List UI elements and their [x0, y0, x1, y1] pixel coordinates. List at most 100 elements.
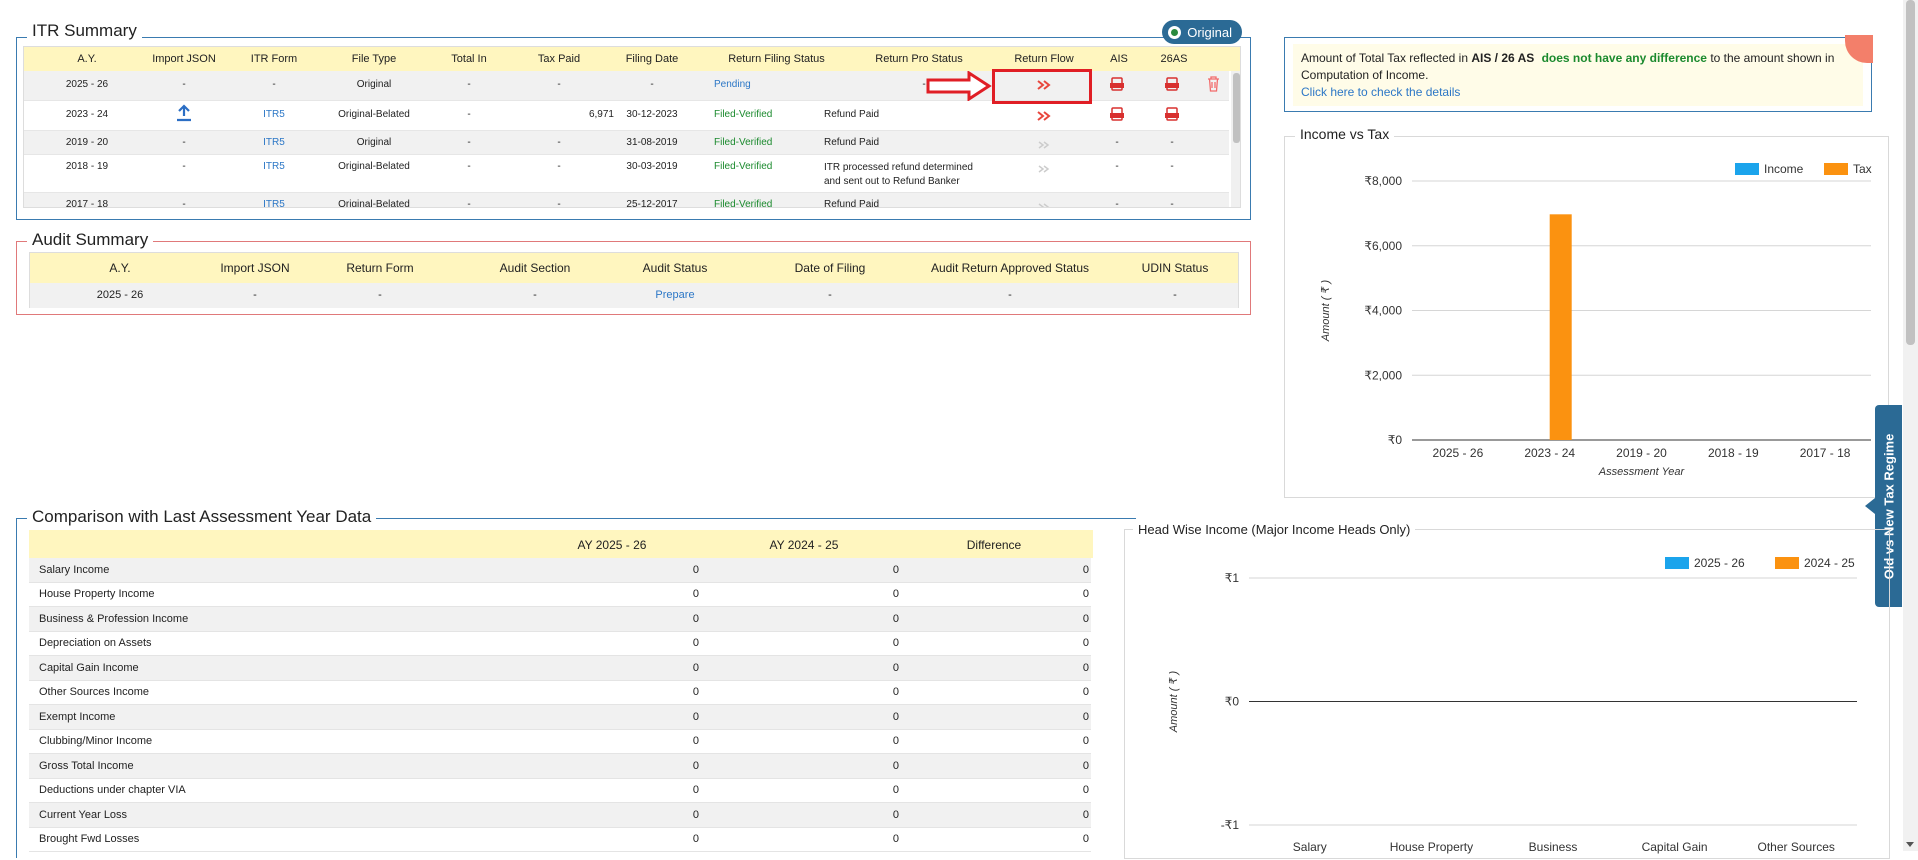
- col-total-in: Total In: [451, 53, 487, 65]
- return-flow-icon[interactable]: [1036, 109, 1052, 128]
- legend-swatch: [1735, 163, 1759, 175]
- page-scrollbar[interactable]: [1903, 0, 1918, 851]
- row-pro-status: Refund Paid: [824, 137, 880, 148]
- row-file-type: Original-Belated: [338, 199, 410, 208]
- comparison-section: Comparison with Last Assessment Year Dat…: [16, 507, 1136, 858]
- col-ay: A.Y.: [77, 53, 97, 65]
- 26as-pdf-icon[interactable]: [1165, 107, 1179, 127]
- row-file-type: Original-Belated: [338, 109, 410, 120]
- income-tax-chart-card: Income vs Tax ₹0 ₹2,000 ₹4,000 ₹6,000 ₹8,000…: [1284, 126, 1889, 498]
- ais-pdf-icon[interactable]: [1110, 77, 1124, 97]
- ais-pdf-icon[interactable]: [1110, 107, 1124, 127]
- row-previous: 0: [892, 833, 899, 846]
- scroll-down-arrow-icon[interactable]: [1906, 842, 1914, 847]
- row-label: Current Year Loss: [39, 808, 128, 821]
- y-tick-label: ₹2,000: [1364, 368, 1402, 382]
- row-status-link[interactable]: Pending: [714, 79, 794, 90]
- y-tick-label: -₹1: [1221, 818, 1240, 832]
- row-current: 0: [692, 563, 699, 576]
- row-current: 0: [692, 759, 699, 772]
- toggle-icon: [1168, 25, 1182, 39]
- row-current: 0: [692, 784, 699, 797]
- table-row: 2023 - 24 ITR5 Original-Belated - 6,971 …: [24, 101, 1229, 131]
- table-row: 2017 - 18 - ITR5 Original-Belated - - 25…: [24, 193, 1229, 208]
- row-difference: 0: [1082, 710, 1089, 723]
- row-tax-paid: -: [557, 161, 561, 172]
- itr-summary-title: ITR Summary: [27, 21, 142, 41]
- row-label: Business & Profession Income: [39, 612, 189, 625]
- return-flow-icon[interactable]: [1038, 199, 1050, 207]
- table-row: House Property Income 0 0 0: [29, 583, 1091, 607]
- delete-icon[interactable]: [1207, 76, 1220, 97]
- row-26as: -: [1170, 199, 1174, 208]
- check-details-link[interactable]: Click here to check the details: [1301, 84, 1855, 101]
- table-row: Capital Gain Income 0 0 0: [29, 656, 1091, 681]
- legend-swatch: [1775, 557, 1799, 569]
- side-tab-pointer: [1865, 498, 1875, 514]
- legend-swatch: [1665, 557, 1689, 569]
- row-label: Other Sources Income: [39, 686, 150, 699]
- col-file-type: File Type: [351, 53, 397, 65]
- col-filing-date: Filing Date: [625, 53, 679, 65]
- return-flow-icon[interactable]: [1038, 137, 1050, 155]
- row-ay: 2018 - 19: [65, 161, 109, 172]
- legend-label: 2024 - 25: [1804, 556, 1855, 570]
- row-pro-status: ITR processed refund determined and sent…: [824, 162, 973, 187]
- table-row: Exempt Income 0 0 0: [29, 705, 1091, 730]
- x-tick-label: Business: [1529, 840, 1578, 854]
- table-row: 2025 - 26 - - - Prepare - - -: [30, 283, 1238, 308]
- row-previous: 0: [892, 637, 899, 650]
- legend-label: Tax: [1853, 162, 1872, 176]
- row-ay: 2025 - 26: [65, 79, 109, 90]
- audit-summary-section: Audit Summary A.Y. Import JSON Return Fo…: [16, 230, 1251, 315]
- table-row: Other Sources Income 0 0 0: [29, 681, 1091, 705]
- row-difference: 0: [1082, 612, 1089, 625]
- row-tax-paid: -: [557, 199, 561, 208]
- col-itr-form: ITR Form: [250, 53, 298, 65]
- row-ay: 2017 - 18: [65, 199, 109, 208]
- row-label: Exempt Income: [39, 710, 116, 723]
- row-total-in: -: [467, 79, 471, 90]
- highlight-box: [992, 69, 1092, 104]
- y-tick-label: ₹6,000: [1364, 239, 1402, 253]
- col-ay: A.Y.: [109, 261, 131, 275]
- row-previous: 0: [892, 563, 899, 576]
- table-row: Clubbing/Minor Income 0 0 0: [29, 730, 1091, 754]
- col-audit-section: Audit Section: [499, 261, 571, 275]
- 26as-pdf-icon[interactable]: [1165, 77, 1179, 97]
- row-tax-paid: -: [557, 79, 561, 90]
- row-form-link[interactable]: ITR5: [239, 161, 309, 172]
- itr-table-scrollbar[interactable]: [1231, 71, 1240, 207]
- row-26as: -: [1170, 161, 1174, 172]
- x-axis-label: Assessment Year: [1598, 466, 1686, 478]
- legend-label: Income: [1764, 162, 1804, 176]
- row-previous: 0: [892, 735, 899, 748]
- original-badge[interactable]: Original: [1162, 20, 1242, 44]
- row-file-type: Original: [356, 79, 392, 90]
- table-row: Gross Total Income 0 0 0: [29, 754, 1091, 779]
- audit-prepare-link[interactable]: Prepare: [615, 289, 735, 301]
- bar-tax: [1549, 214, 1572, 440]
- row-current: 0: [692, 661, 699, 674]
- row-difference: 0: [1082, 563, 1089, 576]
- return-flow-icon[interactable]: [1038, 161, 1050, 179]
- col-ais: AIS: [1110, 53, 1128, 65]
- row-previous: 0: [892, 808, 899, 821]
- upload-icon[interactable]: [176, 104, 192, 127]
- row-previous: 0: [892, 784, 899, 797]
- row-json: -: [182, 161, 186, 172]
- col-ay-current: AY 2025 - 26: [577, 538, 647, 552]
- col-difference: Difference: [966, 538, 1022, 552]
- row-form-link[interactable]: ITR5: [239, 137, 309, 148]
- audit-summary-title: Audit Summary: [27, 230, 154, 250]
- row-current: 0: [692, 735, 699, 748]
- row-26as: -: [1170, 137, 1174, 148]
- income-tax-chart: ₹0 ₹2,000 ₹4,000 ₹6,000 ₹8,000 2025 - 26 2023 …: [1320, 162, 1872, 478]
- tax-notice-box: Amount of Total Tax reflected in AIS / 2…: [1284, 35, 1873, 112]
- row-form-link[interactable]: ITR5: [239, 109, 309, 120]
- row-difference: 0: [1082, 833, 1089, 846]
- col-udin-status: UDIN Status: [1141, 261, 1209, 275]
- row-form-link[interactable]: ITR5: [239, 199, 309, 207]
- row-previous: 0: [892, 710, 899, 723]
- row-file-type: Original-Belated: [338, 161, 410, 172]
